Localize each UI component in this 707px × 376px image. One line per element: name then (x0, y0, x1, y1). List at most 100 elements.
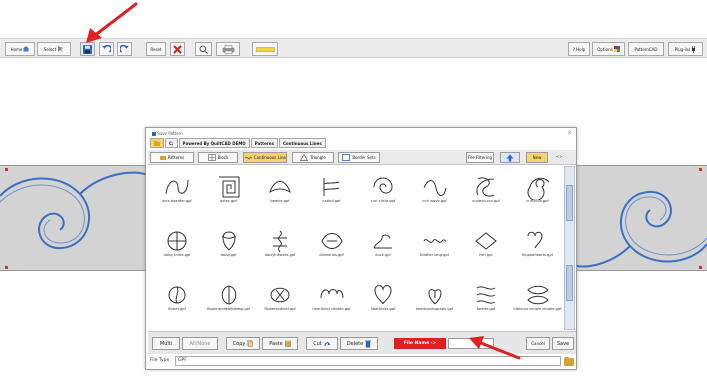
pattern-thumbnail-icon (476, 177, 495, 197)
tab-triangle[interactable]: Triangle (292, 152, 334, 163)
file-tile[interactable]: fish.gpf (461, 224, 511, 278)
file-tile[interactable]: heartlinks double.gpf (307, 278, 357, 332)
file-tile[interactable]: heartpantograph.gpf (410, 278, 460, 332)
breadcrumb-patterns[interactable]: Patterns (250, 138, 278, 148)
tab-block[interactable]: Block (198, 152, 238, 163)
reset-label: Reset (150, 46, 162, 52)
file-name-text: curl circle.gpf (370, 199, 396, 203)
strip-corner-marker (699, 266, 702, 269)
zoom-button[interactable] (195, 42, 212, 56)
all-none-button[interactable]: All/None (182, 337, 218, 350)
file-grid-scrollbar[interactable] (564, 166, 575, 330)
file-type-label: File Type (150, 358, 170, 363)
file-name-text: beanie.gpf (270, 199, 290, 203)
paste-button[interactable]: Paste (262, 337, 298, 350)
folder-icon (159, 156, 166, 160)
patterncad-button[interactable]: PatternCAD (628, 42, 664, 56)
options-label: Options (597, 46, 613, 52)
file-name-text: heartlinks double.gpf (312, 307, 351, 311)
pattern-thumbnail-icon (320, 233, 343, 249)
expand-toggle[interactable]: <> (556, 154, 563, 159)
yellow-bar-icon (255, 46, 275, 52)
tab-continuous-line[interactable]: Continuous Line (243, 152, 287, 163)
pattern-thumbnail-icon (270, 287, 290, 303)
file-tile[interactable]: daisy.gpf (204, 224, 254, 278)
scrollbar-down-thumb[interactable] (566, 265, 573, 301)
options-button[interactable]: Options (592, 42, 625, 56)
file-tile[interactable]: curleycurcs.gpf (461, 170, 511, 224)
up-folder-button[interactable] (500, 152, 520, 163)
print-button[interactable] (216, 42, 240, 56)
pattern-thumbnail-icon (323, 178, 339, 196)
file-name-text: heartlinks.gpf (370, 307, 396, 311)
copy-label: Copy (232, 340, 246, 347)
multi-button[interactable]: Multi (152, 337, 180, 350)
annotation-arrow-file-name (469, 336, 521, 360)
file-name-text: flowerandleaf.gpf (264, 307, 296, 311)
cancel-button[interactable]: Cancel (526, 337, 550, 350)
file-tile[interactable]: flower.gpf (152, 278, 202, 332)
plug-icon (692, 45, 696, 53)
file-tile[interactable]: curlycue.gpf (513, 170, 563, 224)
breadcrumb-drive[interactable]: C: (165, 138, 178, 148)
file-tile[interactable]: curl wave.gpf (410, 170, 460, 224)
patterncad-label: PatternCAD (634, 46, 658, 52)
zoom-magnifier-icon (199, 45, 208, 54)
file-name-text: daisy three.gpf (163, 253, 191, 257)
plugins-button[interactable]: Plug-ins (668, 42, 703, 56)
copy-icon (247, 340, 254, 347)
pattern-thumbnail-icon (273, 230, 287, 253)
file-tile[interactable]: cattail.gpf (307, 170, 357, 224)
file-tile[interactable]: curl circle.gpf (358, 170, 408, 224)
help-question-icon: ? (572, 46, 576, 52)
copy-button[interactable]: Copy (226, 337, 260, 350)
pattern-thumbnail-icon (221, 285, 236, 305)
color-swatch-button[interactable] (252, 42, 278, 56)
file-filter-button[interactable]: File Filtering (466, 152, 494, 163)
tab-border-sets[interactable]: Border Sets (338, 152, 380, 163)
file-name-text: daisy.gpf (220, 253, 237, 257)
file-tile[interactable]: feather long.gpf (410, 224, 460, 278)
delete-file-button[interactable]: Delete (340, 337, 378, 350)
file-tile[interactable]: arcs boarder.gpf (152, 170, 202, 224)
browse-folder-icon[interactable] (564, 356, 574, 366)
cut-button[interactable]: Cut (306, 337, 338, 350)
breadcrumb-root-folder[interactable]: Powered By QuiltCAD DEMO (178, 138, 250, 148)
file-tile[interactable]: flowerandleafpleasp.gpf (204, 278, 254, 332)
help-button[interactable]: ? Help (568, 42, 590, 56)
reset-button[interactable]: Reset (146, 42, 166, 56)
new-folder-button[interactable]: New (526, 152, 548, 163)
tab-border-sets-label: Border Sets (352, 155, 376, 160)
close-icon[interactable]: x (568, 130, 571, 136)
pattern-thumbnail-icon (428, 289, 441, 305)
breadcrumb-back-button[interactable] (150, 138, 164, 148)
file-tile[interactable]: hibiscus simple double.gpf (513, 278, 563, 332)
home-button[interactable]: Home (5, 42, 35, 56)
file-tile[interactable]: daisy three.gpf (152, 224, 202, 278)
file-tile[interactable]: diamonds.gpf (307, 224, 357, 278)
file-name-text: curlycue.gpf (526, 199, 549, 203)
pattern-thumbnail-icon (475, 232, 497, 250)
pattern-thumbnail-icon (168, 286, 186, 304)
file-name-text: heartpantograph.gpf (415, 307, 454, 311)
file-tile[interactable]: hearts.gpf (461, 278, 511, 332)
file-tile[interactable]: aztec.gpf (204, 170, 254, 224)
save-confirm-button[interactable]: Save (552, 337, 574, 350)
file-tile[interactable]: heartlinks.gpf (358, 278, 408, 332)
file-name-text: cattail.gpf (322, 199, 341, 203)
file-tile[interactable]: beanie.gpf (255, 170, 305, 224)
delete-button[interactable] (170, 42, 185, 56)
tab-patterns[interactable]: Patterns (150, 152, 194, 163)
file-tile[interactable]: flippedhearts.gpf (513, 224, 563, 278)
breadcrumb-continuous-lines[interactable]: Continuous Lines (278, 138, 326, 148)
file-tile[interactable]: flowerandleaf.gpf (255, 278, 305, 332)
category-tabs: Patterns Block Continuous Line Triangle … (148, 150, 576, 165)
file-tile[interactable]: duck.gpf (358, 224, 408, 278)
tab-continuous-line-label: Continuous Line (253, 155, 286, 160)
file-name-text: duck.gpf (375, 253, 391, 257)
select-button[interactable]: Select (37, 42, 71, 56)
file-name-text: diamonds.gpf (319, 253, 344, 257)
scrollbar-up-thumb[interactable] (566, 185, 573, 221)
file-tile[interactable]: daisylrleaves.gpf (255, 224, 305, 278)
file-name-text: hearts.gpf (476, 307, 496, 311)
